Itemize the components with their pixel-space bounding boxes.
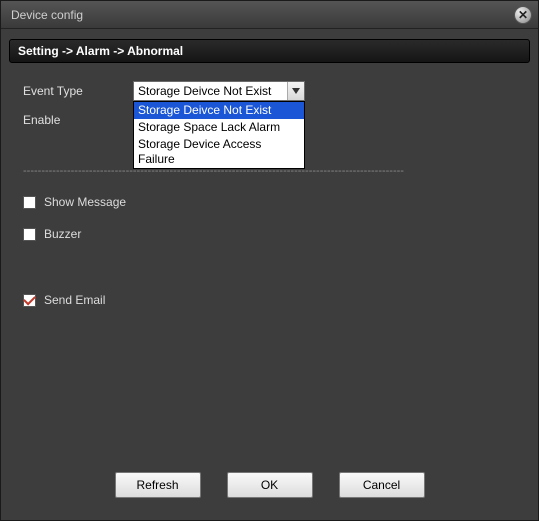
show-message-label: Show Message xyxy=(44,195,126,209)
refresh-button[interactable]: Refresh xyxy=(115,472,201,498)
send-email-label: Send Email xyxy=(44,293,105,307)
chevron-down-icon xyxy=(292,88,300,94)
close-icon: ✕ xyxy=(518,8,528,22)
buzzer-checkbox[interactable] xyxy=(23,228,36,241)
event-type-selected[interactable]: Storage Deivce Not Exist xyxy=(133,81,305,101)
buzzer-row: Buzzer xyxy=(23,227,520,241)
event-type-row: Event Type Storage Deivce Not Exist Stor… xyxy=(23,81,520,101)
titlebar: Device config ✕ xyxy=(1,1,538,29)
dropdown-option[interactable]: Storage Space Lack Alarm xyxy=(134,119,304,136)
dropdown-arrow-button[interactable] xyxy=(287,82,304,100)
dropdown-option[interactable]: Storage Deivce Not Exist xyxy=(134,102,304,119)
window-title: Device config xyxy=(11,8,83,22)
cancel-button[interactable]: Cancel xyxy=(339,472,425,498)
event-type-select[interactable]: Storage Deivce Not Exist Storage Deivce … xyxy=(133,81,305,101)
close-button[interactable]: ✕ xyxy=(514,6,532,24)
enable-label: Enable xyxy=(23,113,133,127)
show-message-checkbox[interactable] xyxy=(23,196,36,209)
send-email-row: Send Email xyxy=(23,293,520,307)
button-row: Refresh OK Cancel xyxy=(1,472,538,498)
send-email-checkbox[interactable] xyxy=(23,294,36,307)
device-config-window: Device config ✕ Setting -> Alarm -> Abno… xyxy=(0,0,539,521)
ok-button[interactable]: OK xyxy=(227,472,313,498)
dropdown-option[interactable]: Storage Device Access Failure xyxy=(134,136,304,168)
event-type-label: Event Type xyxy=(23,84,133,98)
breadcrumb-text: Setting -> Alarm -> Abnormal xyxy=(18,44,183,58)
event-type-dropdown: Storage Deivce Not Exist Storage Space L… xyxy=(133,101,305,169)
buzzer-label: Buzzer xyxy=(44,227,81,241)
show-message-row: Show Message xyxy=(23,195,520,209)
content-area: Event Type Storage Deivce Not Exist Stor… xyxy=(1,63,538,307)
event-type-selected-text: Storage Deivce Not Exist xyxy=(138,84,271,98)
breadcrumb: Setting -> Alarm -> Abnormal xyxy=(9,39,530,63)
